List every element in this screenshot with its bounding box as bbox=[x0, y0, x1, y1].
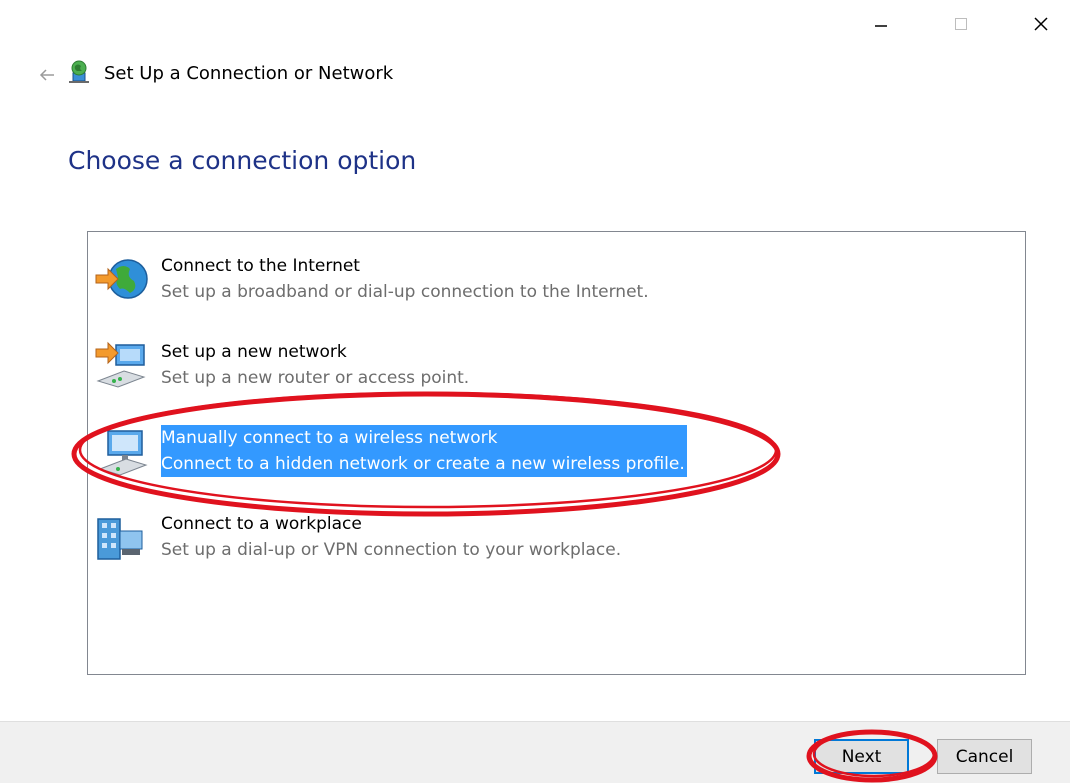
maximize-icon bbox=[955, 18, 967, 30]
close-button[interactable] bbox=[1018, 6, 1064, 42]
workplace-building-icon bbox=[97, 518, 143, 560]
minimize-button[interactable] bbox=[858, 6, 904, 42]
back-arrow-icon bbox=[39, 69, 54, 81]
next-button[interactable]: Next bbox=[814, 739, 909, 774]
option-text: Connect to the Internet Set up a broadba… bbox=[161, 253, 649, 305]
option-text: Connect to a workplace Set up a dial-up … bbox=[161, 511, 621, 563]
option-description: Set up a dial-up or VPN connection to yo… bbox=[161, 540, 622, 560]
back-button[interactable] bbox=[36, 64, 58, 86]
connection-options-list: Connect to the Internet Set up a broadba… bbox=[87, 231, 1026, 675]
wireless-monitor-icon bbox=[98, 430, 148, 476]
wizard-footer: Next Cancel bbox=[0, 721, 1070, 783]
option-title: Manually connect to a wireless network bbox=[161, 428, 498, 448]
option-workplace[interactable]: Connect to a workplace Set up a dial-up … bbox=[94, 511, 754, 567]
option-connect-internet[interactable]: Connect to the Internet Set up a broadba… bbox=[94, 253, 754, 309]
option-text: Manually connect to a wireless network C… bbox=[161, 425, 687, 477]
page-heading: Choose a connection option bbox=[68, 146, 417, 175]
cancel-button[interactable]: Cancel bbox=[937, 739, 1032, 774]
option-description: Connect to a hidden network or create a … bbox=[161, 454, 685, 474]
option-text: Set up a new network Set up a new router… bbox=[161, 339, 469, 391]
option-description: Set up a broadband or dial-up connection… bbox=[161, 282, 649, 302]
network-globe-icon bbox=[69, 60, 89, 83]
option-new-network[interactable]: Set up a new network Set up a new router… bbox=[94, 339, 754, 395]
router-network-icon bbox=[95, 341, 146, 388]
option-description: Set up a new router or access point. bbox=[161, 368, 470, 388]
close-icon bbox=[1034, 17, 1048, 31]
option-manual-wireless[interactable]: Manually connect to a wireless network C… bbox=[94, 425, 754, 481]
internet-globe-icon bbox=[95, 259, 148, 299]
minimize-icon bbox=[875, 25, 887, 27]
title-row: Set Up a Connection or Network bbox=[0, 56, 1070, 96]
option-title: Connect to a workplace bbox=[161, 514, 362, 534]
option-title: Connect to the Internet bbox=[161, 256, 360, 276]
option-title: Set up a new network bbox=[161, 342, 347, 362]
window-title: Set Up a Connection or Network bbox=[104, 63, 394, 84]
maximize-button[interactable] bbox=[938, 6, 984, 42]
setup-connection-window: Set Up a Connection or Network Choose a … bbox=[0, 0, 1070, 783]
